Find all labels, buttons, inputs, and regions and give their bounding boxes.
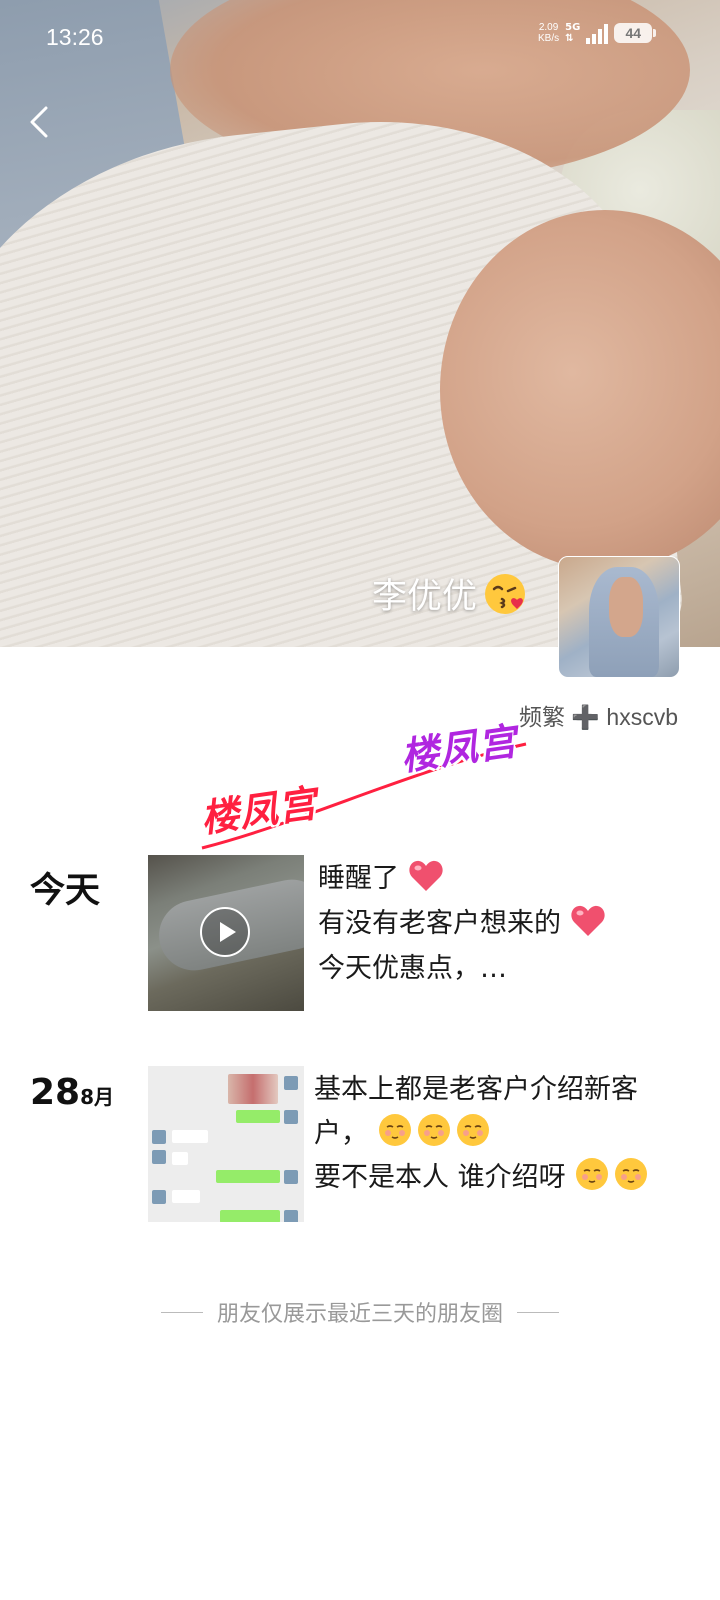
net-speed-value: 2.09 bbox=[538, 22, 559, 33]
post-date-day: 28 bbox=[30, 1072, 81, 1113]
play-icon[interactable] bbox=[200, 907, 250, 957]
post-line-text: 睡醒了 bbox=[318, 863, 399, 894]
post-image-thumbnail[interactable] bbox=[148, 1066, 304, 1222]
moments-limit-text: 朋友仅展示最近三天的朋友圈 bbox=[216, 1302, 503, 1327]
post-date-month: 8月 bbox=[80, 1085, 115, 1109]
post-text-28aug[interactable]: 基本上都是老客户介绍新客户， 要不是本人 谁介绍呀 bbox=[314, 1068, 684, 1200]
kissing-face-icon bbox=[485, 573, 526, 614]
chat-screenshot-photo bbox=[228, 1074, 278, 1104]
watermark-overlay: 楼凤宫 楼凤宫 bbox=[190, 700, 540, 860]
status-time: 13:26 bbox=[46, 24, 104, 50]
post-text-today[interactable]: 睡醒了 有没有老客户想来的 今天优惠点，… bbox=[318, 856, 698, 991]
post-line-text: 今天优惠点，… bbox=[318, 953, 507, 984]
post-line: 今天优惠点，… bbox=[318, 946, 698, 991]
network-label: 5G bbox=[565, 22, 581, 33]
post-line: 睡醒了 bbox=[318, 856, 698, 901]
chat-avatar bbox=[284, 1076, 298, 1090]
blushing-face-icons bbox=[378, 1114, 489, 1146]
post-line-text: 要不是本人 谁介绍呀 bbox=[314, 1162, 566, 1193]
chat-bubble-white bbox=[172, 1152, 188, 1165]
chat-bubble-white bbox=[172, 1130, 208, 1143]
chat-avatar bbox=[152, 1190, 166, 1204]
data-arrows-icon: ⇅ bbox=[565, 33, 574, 44]
avatar-skin bbox=[609, 577, 643, 637]
net-speed: 2.09 KB/s bbox=[538, 22, 559, 44]
post-line-text: 有没有老客户想来的 bbox=[318, 908, 561, 939]
chat-bubble-white bbox=[172, 1190, 200, 1203]
profile-signature: 频繁 ➕ hxscvb bbox=[518, 704, 678, 730]
cover-photo[interactable] bbox=[0, 0, 720, 647]
chat-bubble-green bbox=[236, 1110, 280, 1123]
chat-avatar bbox=[284, 1210, 298, 1222]
divider-right bbox=[517, 1311, 559, 1313]
chat-avatar bbox=[152, 1130, 166, 1144]
profile-nickname: 李优优 bbox=[372, 568, 527, 619]
post-line: 基本上都是老客户介绍新客户， bbox=[314, 1068, 684, 1156]
net-speed-unit: KB/s bbox=[538, 33, 560, 44]
post-line: 要不是本人 谁介绍呀 bbox=[314, 1156, 684, 1200]
post-line: 有没有老客户想来的 bbox=[318, 901, 698, 946]
blushing-face-icons bbox=[576, 1158, 648, 1190]
post-video-thumbnail[interactable] bbox=[148, 855, 304, 1011]
nickname-text: 李优优 bbox=[372, 577, 478, 617]
signal-icon bbox=[586, 22, 609, 44]
chat-bubble-green bbox=[216, 1170, 280, 1183]
chat-avatar bbox=[152, 1150, 166, 1164]
back-arrow-icon[interactable] bbox=[22, 102, 62, 142]
heart-icon bbox=[570, 905, 605, 936]
chat-avatar bbox=[284, 1110, 298, 1124]
status-icons: 2.09 KB/s 5G ⇅ 44 bbox=[538, 22, 657, 44]
chat-avatar bbox=[284, 1170, 298, 1184]
heart-icon bbox=[408, 860, 443, 891]
post-date-today: 今天 bbox=[30, 871, 101, 911]
chat-bubble-green bbox=[220, 1210, 280, 1222]
network-type: 5G ⇅ bbox=[565, 22, 580, 44]
battery-icon: 44 bbox=[614, 23, 657, 43]
post-date-28aug: 288月 bbox=[30, 1072, 114, 1113]
profile-avatar[interactable] bbox=[558, 556, 680, 678]
divider-left bbox=[160, 1311, 203, 1313]
moments-limit-note: 朋友仅展示最近三天的朋友圈 bbox=[0, 1296, 720, 1328]
